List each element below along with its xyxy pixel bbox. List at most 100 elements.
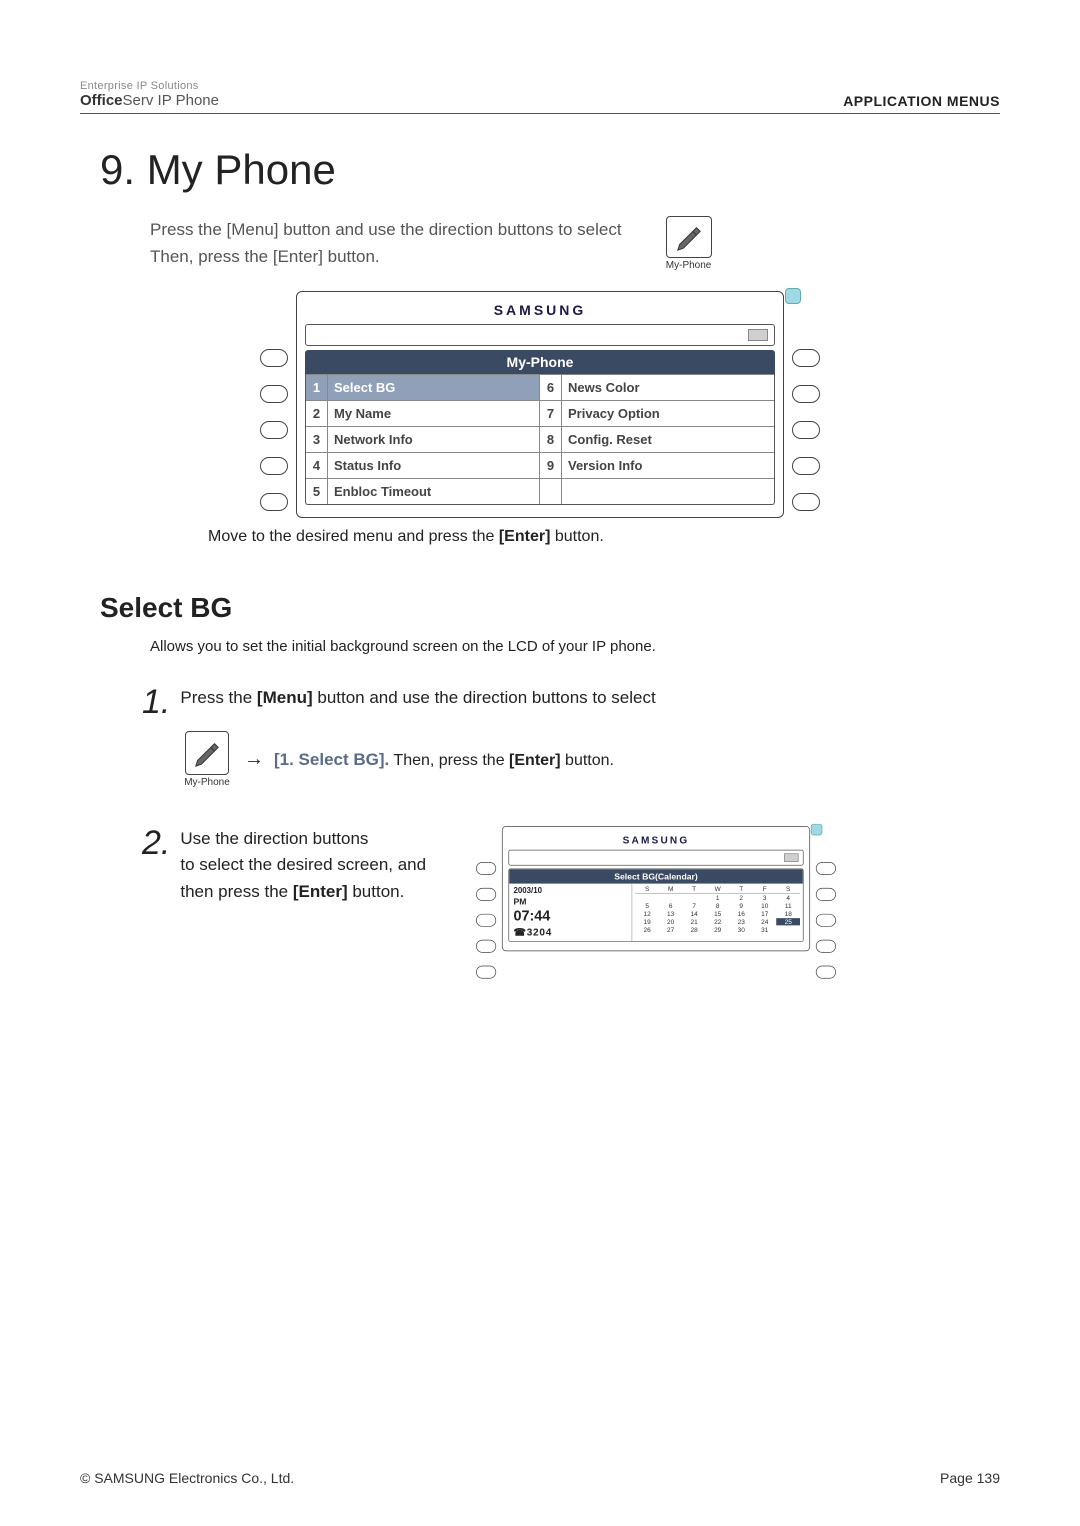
page: Enterprise IP Solutions OfficeServ IP Ph…: [0, 0, 1080, 1526]
lcd-title: My-Phone: [305, 350, 775, 374]
calendar-body: 1234567891011121314151617181920212223242…: [635, 894, 800, 933]
led-indicator: [785, 288, 801, 304]
step-2-number: 2: [142, 826, 170, 860]
menu-num-3: 3: [306, 426, 328, 452]
softkey: [792, 493, 820, 511]
select-bg-bold: [1. Select BG].: [274, 750, 389, 769]
calendar-cell: [659, 894, 683, 901]
mini-calendar: SMTWTFS 12345678910111213141516171819202…: [633, 884, 803, 942]
menu-item-select-bg: Select BG: [328, 374, 540, 400]
status-icons: [784, 853, 798, 862]
note-prefix: Move to the desired menu and press the: [208, 528, 499, 545]
footer-page-number: Page 139: [940, 1470, 1000, 1486]
calendar-cell: 2: [730, 894, 754, 901]
intro-line-1: Press the [Menu] button and use the dire…: [150, 216, 622, 243]
softkey: [260, 349, 288, 367]
calendar-cell: 21: [682, 918, 706, 925]
menu-num-8: 8: [540, 426, 562, 452]
step2-l3-suffix: button.: [348, 882, 405, 901]
softkey: [260, 421, 288, 439]
calendar-cell: 5: [635, 902, 659, 909]
my-phone-icon: My-Phone: [662, 216, 716, 271]
mini-extension: ☎3204: [514, 926, 628, 938]
softkey: [260, 493, 288, 511]
lcd-brand: SAMSUNG: [508, 834, 803, 846]
enter-note: Move to the desired menu and press the […: [208, 528, 1000, 546]
menu-num-6: 6: [540, 374, 562, 400]
brand-name-bold: Office: [80, 92, 123, 109]
note-suffix: button.: [550, 528, 603, 545]
mini-lcd-body: 2003/10 PM 07:44 ☎3204 SMTWTFS 123456789…: [509, 884, 803, 942]
softkey: [816, 914, 836, 927]
calendar-dow: T: [682, 885, 706, 892]
softkey: [476, 966, 496, 979]
step-1: 1 Press the [Menu] button and use the di…: [142, 685, 1000, 719]
calendar-cell: 7: [682, 902, 706, 909]
my-phone-icon-label: My-Phone: [180, 777, 234, 788]
page-title: 9. My Phone: [100, 146, 1000, 194]
my-phone-menu: 1 Select BG 6 News Color 2 My Name 7 Pri…: [305, 374, 775, 505]
step-1-text: Press the [Menu] button and use the dire…: [180, 685, 655, 711]
calendar-cell: 29: [706, 926, 730, 933]
softkey: [260, 457, 288, 475]
lcd-screen: SAMSUNG My-Phone 1 Select BG 6 News Colo…: [296, 291, 784, 518]
pencil-icon: [674, 222, 704, 252]
step2-line3: then press the [Enter] button.: [180, 879, 426, 905]
mini-pm: PM: [514, 897, 628, 907]
calendar-cell: 3: [753, 894, 777, 901]
mini-left-panel: 2003/10 PM 07:44 ☎3204: [509, 884, 632, 942]
mini-device-illustration: SAMSUNG Select BG(Calendar) 2003/10 PM 0…: [476, 826, 836, 1038]
lcd-brand: SAMSUNG: [305, 302, 775, 318]
calendar-dow: F: [753, 885, 777, 892]
calendar-cell: 18: [777, 910, 801, 917]
mini-year-month: 2003/10: [514, 886, 628, 895]
softkey: [476, 862, 496, 875]
softkey: [816, 966, 836, 979]
step-2-row: 2 Use the direction buttons to select th…: [142, 826, 1000, 1038]
calendar-cell: 10: [753, 902, 777, 909]
right-softkeys: [792, 291, 820, 511]
menu-empty-num: [540, 478, 562, 504]
footer-copyright: © SAMSUNG Electronics Co., Ltd.: [80, 1470, 294, 1486]
calendar-cell: 30: [730, 926, 754, 933]
section-label: APPLICATION MENUS: [843, 93, 1000, 109]
intro-row: Press the [Menu] button and use the dire…: [150, 216, 1000, 271]
brand-tagline: Enterprise IP Solutions: [80, 80, 219, 92]
led-indicator: [811, 824, 823, 836]
step1-prefix: Press the: [180, 688, 257, 707]
calendar-dow: T: [730, 885, 754, 892]
status-icons: [748, 329, 768, 341]
device-illustration: SAMSUNG My-Phone 1 Select BG 6 News Colo…: [260, 291, 820, 518]
calendar-cell: 23: [730, 918, 754, 925]
section-title-select-bg: Select BG: [100, 592, 1000, 624]
pencil-icon: [192, 738, 222, 768]
my-phone-icon-box: [185, 731, 229, 775]
calendar-cell: 6: [659, 902, 683, 909]
softkey: [260, 385, 288, 403]
step2-line2: to select the desired screen, and: [180, 852, 426, 878]
step-2: 2 Use the direction buttons to select th…: [142, 826, 426, 905]
calendar-cell: 8: [706, 902, 730, 909]
my-phone-icon-box: [666, 216, 712, 258]
step1-suffix: button and use the direction buttons to …: [313, 688, 656, 707]
menu-item-enbloc-timeout: Enbloc Timeout: [328, 478, 540, 504]
menu-item-privacy-option: Privacy Option: [562, 400, 774, 426]
mini-lcd-title: Select BG(Calendar): [509, 869, 803, 883]
then-press-bold: [Enter]: [509, 752, 561, 769]
brand-block: Enterprise IP Solutions OfficeServ IP Ph…: [80, 80, 219, 109]
page-header: Enterprise IP Solutions OfficeServ IP Ph…: [80, 80, 1000, 114]
calendar-cell: [635, 894, 659, 901]
intro-line-2: Then, press the [Enter] button.: [150, 243, 622, 270]
step-2-text: Use the direction buttons to select the …: [180, 826, 426, 905]
calendar-dow: M: [659, 885, 683, 892]
menu-item-my-name: My Name: [328, 400, 540, 426]
calendar-cell: 31: [753, 926, 777, 933]
menu-item-news-color: News Color: [562, 374, 774, 400]
left-softkeys: [476, 826, 496, 979]
menu-num-5: 5: [306, 478, 328, 504]
softkey: [792, 421, 820, 439]
step-1-icon-row: My-Phone → [1. Select BG]. Then, press t…: [180, 731, 1000, 788]
menu-num-4: 4: [306, 452, 328, 478]
status-bar: [305, 324, 775, 346]
brand-name-rest: Serv IP Phone: [123, 92, 219, 109]
